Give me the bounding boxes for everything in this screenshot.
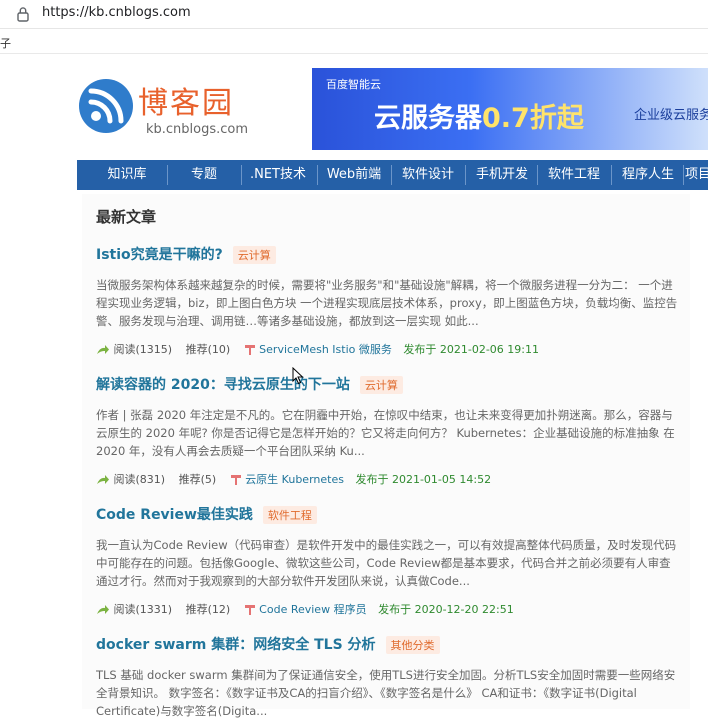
article-tags[interactable]: ServiceMesh Istio 微服务 bbox=[259, 343, 392, 356]
article-summary: 当微服务架构体系越来越复杂的时候，需要将"业务服务"和"基础设施"解耦，将一个微… bbox=[96, 278, 678, 328]
recommend-count: 推荐(5) bbox=[178, 473, 217, 486]
nav-separator bbox=[167, 165, 168, 185]
nav-separator bbox=[537, 165, 538, 185]
article-summary: 作者 | 张磊 2020 年注定是不凡的。它在阴霾中开始，在惊叹中结束，也让未来… bbox=[96, 408, 675, 458]
nav-item-projects[interactable]: 项目 bbox=[685, 160, 708, 190]
nav-item-mobile[interactable]: 手机开发 bbox=[467, 160, 537, 190]
nav-separator bbox=[683, 165, 684, 185]
page: 博客园 kb.cnblogs.com 百度智能云 云服务器0.7折起 企业级云服… bbox=[0, 54, 708, 718]
nav-item-topics[interactable]: 专题 bbox=[171, 160, 237, 190]
lock-icon bbox=[17, 7, 29, 22]
publish-date: 发布于 2020-12-20 22:51 bbox=[378, 603, 514, 616]
category-tag[interactable]: 云计算 bbox=[359, 375, 403, 394]
article-item: 解读容器的 2020：寻找云原生的下一站 云计算 作者 | 张磊 2020 年注定… bbox=[96, 374, 686, 488]
read-arrow-icon bbox=[97, 345, 109, 354]
ad-brand: 百度智能云 bbox=[326, 78, 381, 91]
site-logo[interactable]: 博客园 kb.cnblogs.com bbox=[78, 74, 298, 144]
tag-icon bbox=[244, 345, 255, 355]
nav-separator bbox=[611, 165, 612, 185]
nav-separator bbox=[465, 165, 466, 185]
read-arrow-icon bbox=[97, 605, 109, 614]
logo-name: 博客园 bbox=[138, 86, 234, 121]
mouse-cursor-icon bbox=[292, 367, 304, 385]
nav-separator bbox=[317, 165, 318, 185]
read-arrow-icon bbox=[97, 475, 109, 484]
recommend-count: 推荐(12) bbox=[185, 603, 231, 616]
article-tags[interactable]: Code Review 程序员 bbox=[259, 603, 366, 616]
bookmark-item[interactable]: 子 bbox=[0, 35, 11, 51]
article-summary: TLS 基础 docker swarm 集群间为了保证通信安全，使用TLS进行安… bbox=[96, 668, 676, 718]
bookmarks-bar: 子 bbox=[0, 29, 708, 54]
tag-icon bbox=[244, 605, 255, 615]
ad-discount: 0.7折起 bbox=[482, 103, 584, 134]
url-text[interactable]: https://kb.cnblogs.com bbox=[42, 5, 191, 21]
ad-side-text: 企业级云服务 bbox=[634, 108, 708, 123]
nav-item-dotnet[interactable]: .NET技术 bbox=[243, 160, 313, 190]
section-title: 最新文章 bbox=[96, 208, 157, 226]
article-item: Istio究竟是干嘛的? 云计算 当微服务架构体系越来越复杂的时候，需要将"业务服… bbox=[96, 244, 686, 358]
nav-item-design[interactable]: 软件设计 bbox=[393, 160, 463, 190]
rss-logo-icon bbox=[79, 79, 133, 133]
article-title[interactable]: 解读容器的 2020：寻找云原生的下一站 bbox=[96, 377, 350, 393]
address-bar[interactable]: https://kb.cnblogs.com bbox=[0, 0, 708, 29]
article-title[interactable]: docker swarm 集群：网络安全 TLS 分析 bbox=[96, 637, 376, 653]
publish-date: 发布于 2021-01-05 14:52 bbox=[355, 473, 492, 486]
article-item: Code Review最佳实践 软件工程 我一直认为Code Review（代码审… bbox=[96, 504, 686, 618]
article-meta: 阅读(1315) 推荐(10) ServiceMesh Istio 微服务 发布… bbox=[96, 342, 686, 358]
nav-item-kb[interactable]: 知识库 bbox=[91, 160, 163, 190]
nav-separator bbox=[241, 165, 242, 185]
read-count: 阅读(831) bbox=[113, 473, 166, 486]
nav-item-web[interactable]: Web前端 bbox=[319, 160, 389, 190]
ad-banner[interactable]: 百度智能云 云服务器0.7折起 企业级云服务 bbox=[312, 68, 708, 150]
article-summary: 我一直认为Code Review（代码审查）是软件开发中的最佳实践之一，可以有效… bbox=[96, 538, 677, 588]
recommend-count: 推荐(10) bbox=[185, 343, 231, 356]
article-tags[interactable]: 云原生 Kubernetes bbox=[245, 473, 344, 486]
ad-headline: 云服务器0.7折起 bbox=[374, 96, 584, 135]
category-tag[interactable]: 云计算 bbox=[232, 245, 276, 264]
nav-item-se[interactable]: 软件工程 bbox=[539, 160, 609, 190]
logo-domain: kb.cnblogs.com bbox=[146, 122, 249, 137]
ad-title: 云服务器 bbox=[374, 103, 482, 134]
article-title[interactable]: Code Review最佳实践 bbox=[96, 507, 253, 523]
article-list: 最新文章 Istio究竟是干嘛的? 云计算 当微服务架构体系越来越复杂的时候，需要… bbox=[82, 194, 690, 718]
nav-separator bbox=[391, 165, 392, 185]
main-nav: 知识库 专题 .NET技术 Web前端 软件设计 手机开发 软件工程 程序人生 … bbox=[77, 160, 708, 190]
nav-item-life[interactable]: 程序人生 bbox=[613, 160, 683, 190]
category-tag[interactable]: 软件工程 bbox=[262, 505, 317, 524]
tag-icon bbox=[230, 475, 241, 485]
read-count: 阅读(1315) bbox=[113, 343, 173, 356]
article-meta: 阅读(831) 推荐(5) 云原生 Kubernetes 发布于 2021-01… bbox=[96, 472, 686, 488]
category-tag[interactable]: 其他分类 bbox=[385, 635, 440, 654]
article-title[interactable]: Istio究竟是干嘛的? bbox=[96, 247, 223, 263]
article-meta: 阅读(1331) 推荐(12) Code Review 程序员 发布于 2020… bbox=[96, 602, 686, 618]
read-count: 阅读(1331) bbox=[113, 603, 173, 616]
publish-date: 发布于 2021-02-06 19:11 bbox=[403, 343, 539, 356]
